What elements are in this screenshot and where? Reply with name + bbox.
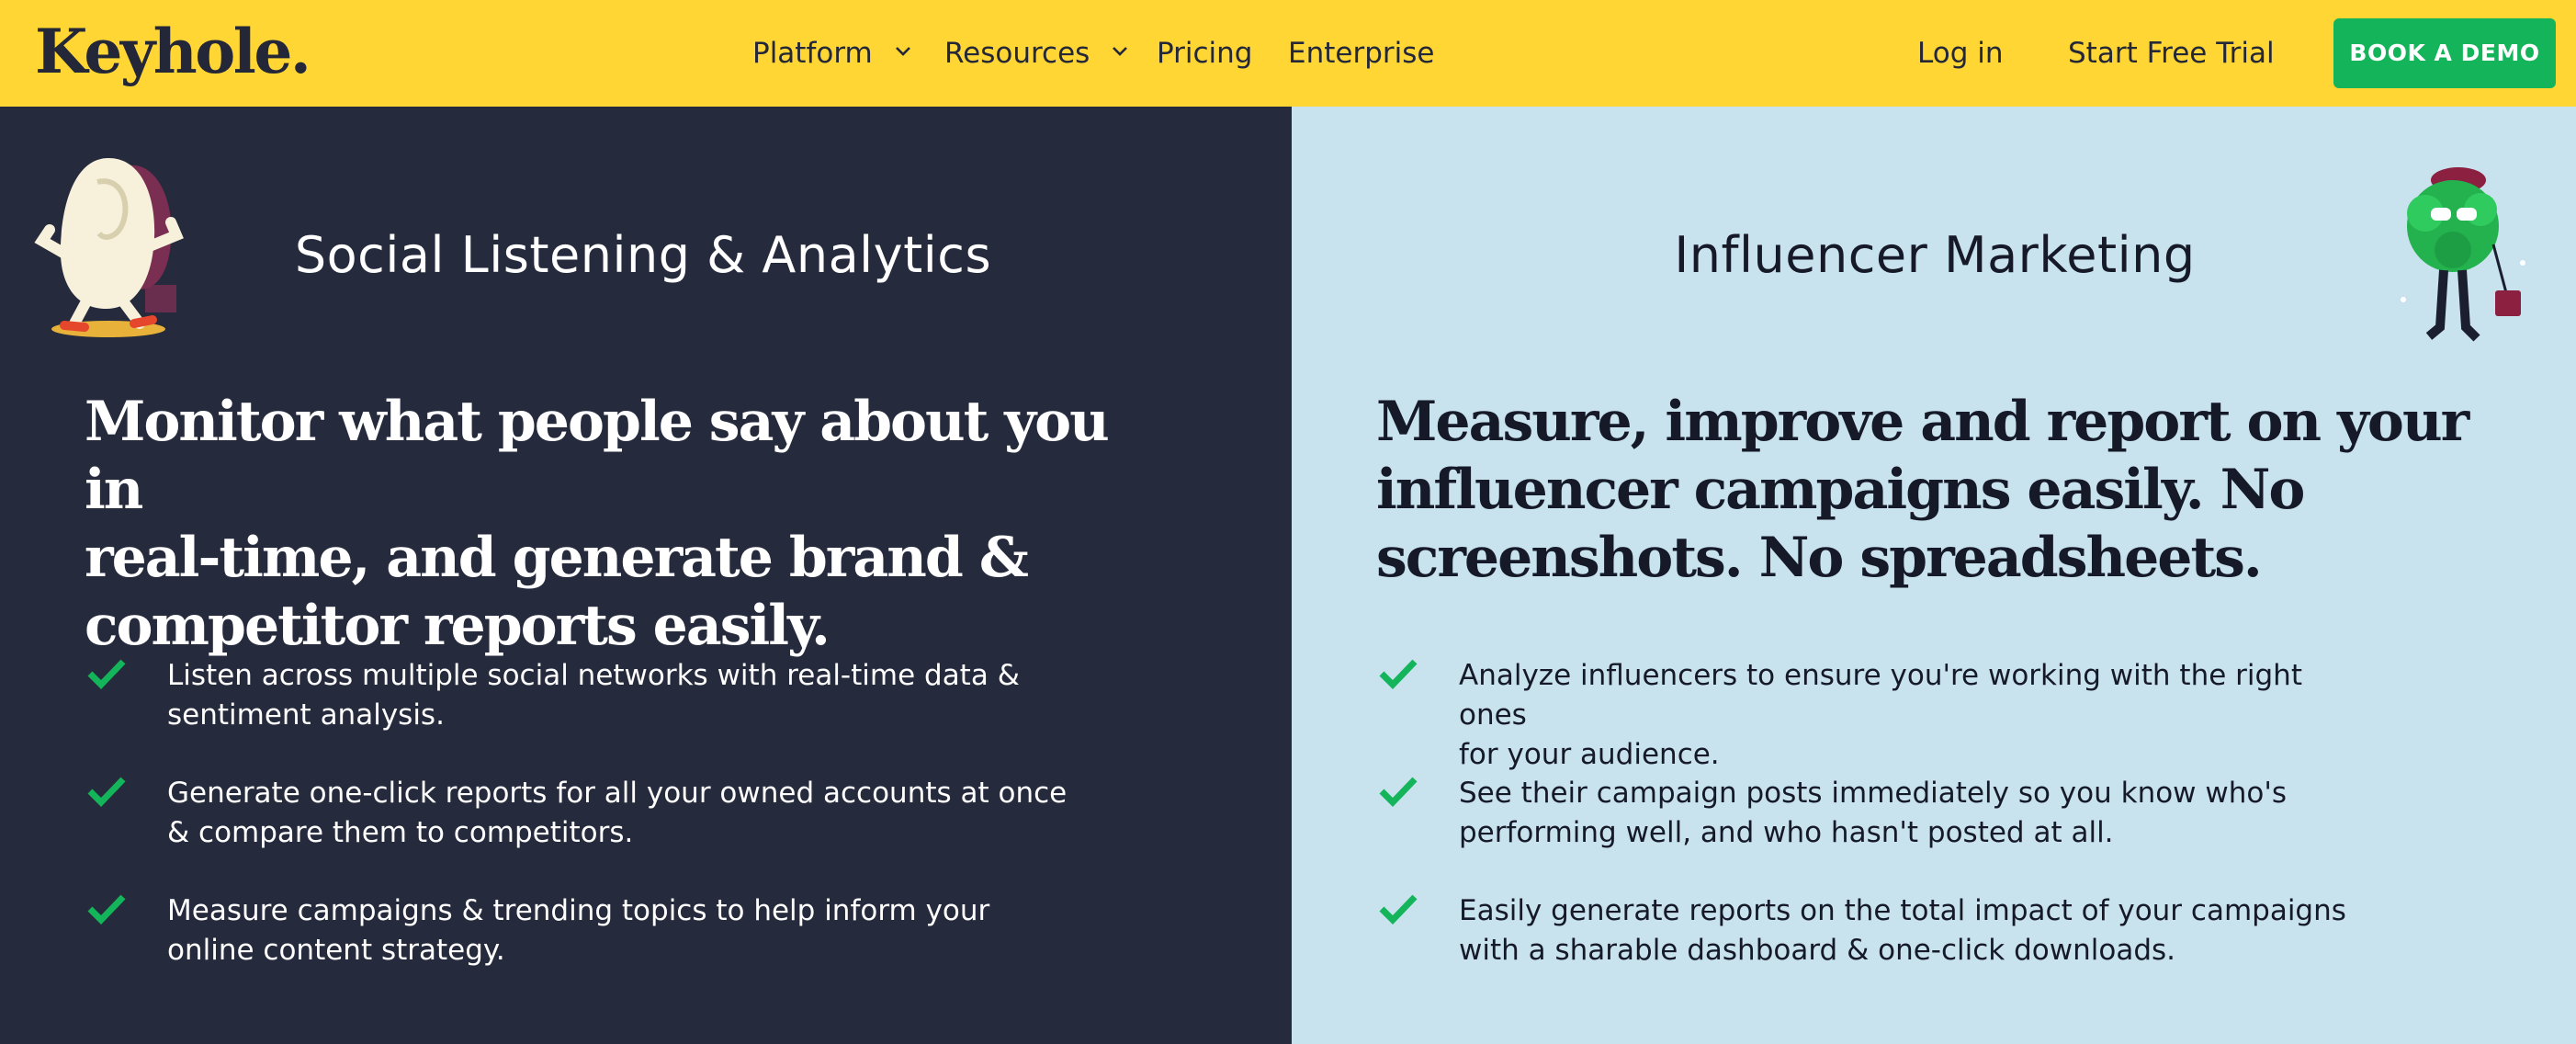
headline-line: influencer campaigns easily. No (1376, 458, 2305, 522)
social-listening-panel: Social Listening & Analytics Monitor wha… (0, 107, 1292, 1044)
check-icon (87, 777, 126, 807)
feature-text-line: Easily generate reports on the total imp… (1459, 894, 2346, 927)
login-link[interactable]: Log in (1917, 33, 2003, 74)
chevron-down-icon (895, 46, 910, 56)
nav-resources[interactable]: Resources (944, 33, 1128, 74)
feature-text-line: online content strategy. (167, 934, 505, 967)
social-listening-title: Social Listening & Analytics (294, 226, 992, 284)
feature-item: Generate one-click reports for all your … (85, 774, 1086, 891)
top-navigation-bar: Keyhole. Platform Resources Pricing Ente… (0, 0, 2576, 107)
book-a-demo-button[interactable]: BOOK A DEMO (2333, 18, 2556, 88)
influencer-marketing-title: Influencer Marketing (1674, 226, 2196, 284)
feature-text-line: Analyze influencers to ensure you're wor… (1459, 659, 2302, 732)
feature-text-line: Generate one-click reports for all your … (167, 777, 1068, 810)
feature-text-line: for your audience. (1459, 738, 1720, 771)
feature-item: See their campaign posts immediately so … (1376, 774, 2378, 891)
influencer-marketing-panel: Influencer Marketing Measure, improve an… (1292, 107, 2576, 1044)
feature-item: Listen across multiple social networks w… (85, 656, 1086, 774)
logo-text: Keyhole (35, 16, 292, 87)
keyhole-logo[interactable]: Keyhole. (35, 16, 311, 87)
check-icon (1379, 894, 1418, 925)
feature-text-line: Measure campaigns & trending topics to h… (167, 894, 990, 927)
nav-pricing[interactable]: Pricing (1157, 33, 1253, 74)
headline-line: competitor reports easily. (85, 594, 830, 658)
feature-item: Easily generate reports on the total imp… (1376, 891, 2378, 1009)
headline-line: screenshots. No spreadsheets. (1376, 526, 2263, 590)
headline-line: Measure, improve and report on your (1376, 390, 2469, 454)
headline-line: Monitor what people say about you in (85, 390, 1110, 522)
check-icon (1379, 659, 1418, 689)
influencer-marketing-feature-list: Analyze influencers to ensure you're wor… (1376, 656, 2378, 1009)
chevron-down-icon (1113, 46, 1128, 56)
feature-text-line: See their campaign posts immediately so … (1459, 777, 2288, 810)
feature-item: Measure campaigns & trending topics to h… (85, 891, 1086, 1009)
feature-text-line: Listen across multiple social networks w… (167, 659, 1020, 692)
feature-text-line: performing well, and who hasn't posted a… (1459, 816, 2114, 849)
nav-enterprise[interactable]: Enterprise (1288, 33, 1434, 74)
check-icon (1379, 777, 1418, 807)
social-listening-headline: Monitor what people say about you in rea… (85, 388, 1141, 660)
nav-resources-label: Resources (944, 37, 1090, 70)
start-free-trial-link[interactable]: Start Free Trial (2068, 33, 2275, 74)
logo-dot: . (289, 16, 311, 87)
feature-item: Analyze influencers to ensure you're wor… (1376, 656, 2378, 774)
check-icon (87, 894, 126, 925)
social-listening-feature-list: Listen across multiple social networks w… (85, 656, 1086, 1009)
feature-text-line: with a sharable dashboard & one-click do… (1459, 934, 2175, 967)
feature-text-line: & compare them to competitors. (167, 816, 634, 849)
influencer-marketing-headline: Measure, improve and report on your infl… (1376, 388, 2479, 592)
check-icon (87, 659, 126, 689)
headline-line: real-time, and generate brand & (85, 526, 1029, 590)
feature-text-line: sentiment analysis. (167, 698, 445, 732)
nav-platform-label: Platform (752, 37, 873, 70)
nav-platform[interactable]: Platform (752, 33, 911, 74)
